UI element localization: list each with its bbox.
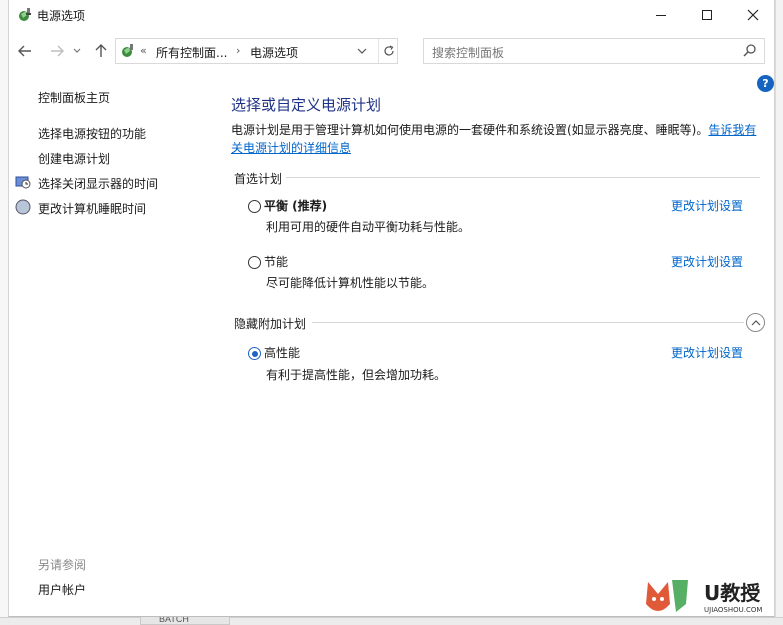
hidden-plans-heading: 隐藏附加计划 xyxy=(234,317,307,331)
forward-button[interactable] xyxy=(47,42,67,60)
description-text: 电源计划是用于管理计算机如何使用电源的一套硬件和系统设置(如显示器亮度、睡眠等)… xyxy=(231,123,709,137)
search-icon[interactable] xyxy=(742,43,758,59)
plan-balanced-radio[interactable] xyxy=(248,200,261,213)
breadcrumb-overflow[interactable]: « xyxy=(140,44,147,57)
refresh-icon xyxy=(383,45,394,56)
plan-power-saver-desc: 尽可能降低计算机性能以节能。 xyxy=(266,276,435,290)
preferred-plans-heading: 首选计划 xyxy=(234,172,283,186)
hidden-plans-collapse-button[interactable] xyxy=(746,313,765,332)
breadcrumb-separator[interactable]: › xyxy=(236,44,240,57)
sidebar-item-create-plan[interactable]: 创建电源计划 xyxy=(38,150,110,167)
chevron-down-icon xyxy=(357,48,367,54)
recent-locations-button[interactable] xyxy=(71,42,83,60)
plan-high-performance-radio[interactable] xyxy=(248,347,261,360)
page-description: 电源计划是用于管理计算机如何使用电源的一套硬件和系统设置(如显示器亮度、睡眠等)… xyxy=(231,121,766,157)
power-options-icon xyxy=(19,8,31,21)
chevron-down-icon xyxy=(73,48,81,53)
see-also-user-accounts[interactable]: 用户帐户 xyxy=(38,581,86,598)
learn-more-link-continued[interactable]: 关电源计划的详细信息 xyxy=(231,141,351,155)
close-icon xyxy=(747,9,759,21)
sleep-moon-icon xyxy=(15,199,31,215)
sidebar-item-power-buttons[interactable]: 选择电源按钮的功能 xyxy=(38,125,146,142)
plan-high-performance-name[interactable]: 高性能 xyxy=(264,344,300,361)
sidebar-home-link[interactable]: 控制面板主页 xyxy=(38,89,110,106)
see-also-heading: 另请参阅 xyxy=(38,558,87,572)
search-box[interactable]: 搜索控制面板 xyxy=(423,38,765,64)
control-panel-icon xyxy=(122,44,133,57)
address-dropdown-button[interactable] xyxy=(352,42,372,60)
refresh-button[interactable] xyxy=(378,39,398,63)
plan-power-saver-name[interactable]: 节能 xyxy=(264,253,288,270)
search-placeholder[interactable]: 搜索控制面板 xyxy=(432,44,504,61)
up-button[interactable] xyxy=(91,42,111,60)
learn-more-link[interactable]: 告诉我有 xyxy=(708,123,756,137)
title-bar: 电源选项 xyxy=(9,0,774,30)
plan-balanced-desc: 利用可用的硬件自动平衡功耗与性能。 xyxy=(266,220,471,234)
plan-balanced-settings-link[interactable]: 更改计划设置 xyxy=(671,197,743,214)
power-options-window: 电源选项 « 所有控制面... › 电源选项 搜索控制面板 ? 控制面板主页 选… xyxy=(8,0,775,617)
background-right xyxy=(775,0,783,625)
plan-balanced-name[interactable]: 平衡 (推荐) xyxy=(264,197,327,214)
close-button[interactable] xyxy=(730,0,776,30)
watermark-brand: U教授 xyxy=(704,581,761,605)
minimize-icon xyxy=(656,14,666,16)
plan-power-saver-radio[interactable] xyxy=(248,256,261,269)
plan-power-saver-settings-link[interactable]: 更改计划设置 xyxy=(671,253,743,270)
navigation-bar: « 所有控制面... › 电源选项 搜索控制面板 xyxy=(9,34,774,68)
preferred-plans-divider xyxy=(286,177,760,178)
maximize-button[interactable] xyxy=(684,0,730,30)
plan-high-performance-settings-link[interactable]: 更改计划设置 xyxy=(671,344,743,361)
address-bar[interactable]: « 所有控制面... › 电源选项 xyxy=(115,38,398,64)
minimize-button[interactable] xyxy=(638,0,684,30)
forward-arrow-icon xyxy=(51,45,64,57)
help-button[interactable]: ? xyxy=(757,75,774,92)
back-arrow-icon xyxy=(18,45,31,57)
window-title: 电源选项 xyxy=(37,9,86,23)
maximize-icon xyxy=(702,10,712,20)
breadcrumb-root[interactable]: 所有控制面... xyxy=(156,44,227,61)
back-button[interactable] xyxy=(15,42,35,60)
plan-high-performance-desc: 有利于提高性能，但会增加功耗。 xyxy=(266,368,447,382)
background-left xyxy=(0,0,8,617)
watermark-site: UJIAOSHOU.COM xyxy=(704,606,762,614)
sidebar-item-sleep-time[interactable]: 更改计算机睡眠时间 xyxy=(38,200,146,217)
hidden-plans-divider xyxy=(312,322,744,323)
watermark-logo: U教授 UJIAOSHOU.COM xyxy=(646,580,762,614)
page-title: 选择或自定义电源计划 xyxy=(231,96,382,114)
chevron-up-icon xyxy=(751,319,760,325)
breadcrumb-current[interactable]: 电源选项 xyxy=(250,44,298,61)
sidebar-item-display-off[interactable]: 选择关闭显示器的时间 xyxy=(38,175,158,192)
up-arrow-icon xyxy=(95,44,107,57)
display-timer-icon xyxy=(15,176,31,189)
